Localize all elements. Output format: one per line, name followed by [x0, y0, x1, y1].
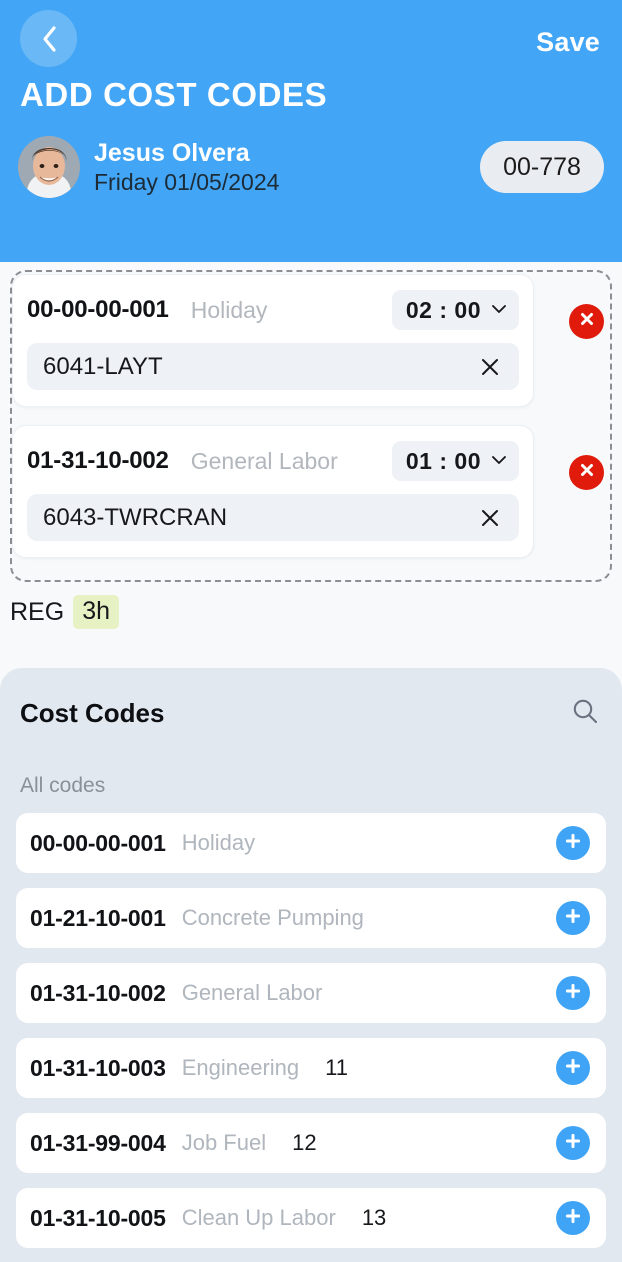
- add-cost-code-button[interactable]: [556, 1201, 590, 1235]
- cost-codes-title: Cost Codes: [20, 698, 165, 728]
- row-number: 13: [361, 1205, 387, 1230]
- chevron-down-icon: [491, 301, 507, 319]
- cost-code-entry-card[interactable]: 00-00-00-001 Holiday 02 : 00 6041-LAYT: [12, 274, 534, 407]
- cost-codes-panel: Cost Codes All codes 00-00-00-001 Holida…: [0, 668, 622, 1262]
- delete-entry-button[interactable]: [569, 455, 604, 490]
- add-cost-codes-screen: Save ADD COST CODES Jesus Olvera Friday …: [0, 0, 622, 1262]
- search-icon: [570, 696, 600, 731]
- cost-codes-list: 00-00-00-001 Holiday 01-21-10-001 Concre…: [0, 813, 622, 1262]
- list-item[interactable]: 01-31-10-003 Engineering 11: [16, 1038, 606, 1098]
- search-button[interactable]: [568, 696, 602, 730]
- row-code: 01-31-10-005: [30, 1204, 166, 1231]
- reg-hours-badge: 3h: [73, 595, 119, 629]
- app-header: Save ADD COST CODES Jesus Olvera Friday …: [0, 0, 622, 262]
- close-icon[interactable]: [477, 354, 503, 380]
- plus-circle-icon: [563, 1056, 583, 1081]
- user-info: Jesus Olvera Friday 01/05/2024: [18, 136, 279, 198]
- row-description: Engineering: [181, 1055, 300, 1080]
- entry-hours-value: 02 : 00: [405, 296, 481, 323]
- entry-subcode-value: 6041-LAYT: [43, 352, 163, 380]
- list-item[interactable]: 01-31-10-005 Clean Up Labor 13: [16, 1188, 606, 1248]
- row-description: Concrete Pumping: [181, 905, 364, 930]
- row-code: 01-21-10-001: [30, 904, 166, 931]
- save-button[interactable]: Save: [536, 27, 600, 58]
- entry-description: Holiday: [190, 296, 268, 323]
- close-icon[interactable]: [477, 505, 503, 531]
- entry-hours-value: 01 : 00: [405, 447, 481, 474]
- cost-codes-subtitle: All codes: [20, 774, 106, 797]
- cost-codes-panel-header: Cost Codes: [0, 668, 622, 768]
- close-circle-icon: [577, 309, 597, 334]
- row-code: 00-00-00-001: [30, 829, 166, 856]
- entry-description: General Labor: [190, 447, 338, 474]
- add-cost-code-button[interactable]: [556, 1126, 590, 1160]
- delete-entry-button[interactable]: [569, 304, 604, 339]
- add-cost-code-button[interactable]: [556, 1051, 590, 1085]
- add-cost-code-button[interactable]: [556, 826, 590, 860]
- plus-circle-icon: [563, 1131, 583, 1156]
- entry-hours-dropdown[interactable]: 02 : 00: [391, 290, 519, 330]
- plus-circle-icon: [563, 1206, 583, 1231]
- job-number-badge[interactable]: 00-778: [480, 141, 604, 193]
- row-number: 12: [292, 1130, 317, 1155]
- regular-hours-summary: REG 3h: [10, 595, 119, 629]
- plus-circle-icon: [563, 831, 583, 856]
- row-code: 01-31-10-002: [30, 979, 166, 1006]
- chevron-left-icon: [39, 24, 59, 54]
- plus-circle-icon: [563, 906, 583, 931]
- row-code: 01-31-99-004: [30, 1129, 166, 1156]
- plus-circle-icon: [563, 981, 583, 1006]
- row-description: Holiday: [181, 830, 256, 855]
- entry-subcode-field[interactable]: 6041-LAYT: [27, 343, 519, 390]
- add-cost-code-button[interactable]: [556, 976, 590, 1010]
- list-item[interactable]: 01-31-99-004 Job Fuel 12: [16, 1113, 606, 1173]
- reg-label: REG: [10, 597, 65, 626]
- row-description: General Labor: [181, 980, 323, 1005]
- list-item[interactable]: 01-31-10-002 General Labor: [16, 963, 606, 1023]
- add-cost-code-button[interactable]: [556, 901, 590, 935]
- avatar: [18, 136, 80, 198]
- list-item[interactable]: 00-00-00-001 Holiday: [16, 813, 606, 873]
- entry-subcode-field[interactable]: 6043-TWRCRAN: [27, 494, 519, 541]
- row-description: Job Fuel: [181, 1130, 267, 1155]
- selected-entries-section: 00-00-00-001 Holiday 02 : 00 6041-LAYT 0…: [0, 262, 622, 668]
- cost-code-entry-card[interactable]: 01-31-10-002 General Labor 01 : 00 6043-…: [12, 425, 534, 558]
- entry-code: 01-31-10-002: [27, 447, 169, 474]
- row-description: Clean Up Labor: [181, 1205, 336, 1230]
- row-number: 11: [325, 1055, 348, 1080]
- page-title: ADD COST CODES: [20, 76, 328, 113]
- entry-code: 00-00-00-001: [27, 296, 169, 323]
- avatar-photo: [18, 136, 80, 198]
- close-circle-icon: [577, 460, 597, 485]
- list-item[interactable]: 01-21-10-001 Concrete Pumping: [16, 888, 606, 948]
- entry-hours-dropdown[interactable]: 01 : 00: [391, 441, 519, 481]
- chevron-down-icon: [491, 452, 507, 470]
- back-button[interactable]: [20, 10, 77, 67]
- entry-subcode-value: 6043-TWRCRAN: [43, 503, 228, 531]
- user-name: Jesus Olvera: [94, 138, 250, 167]
- row-code: 01-31-10-003: [30, 1054, 166, 1081]
- entry-date: Friday 01/05/2024: [94, 168, 280, 195]
